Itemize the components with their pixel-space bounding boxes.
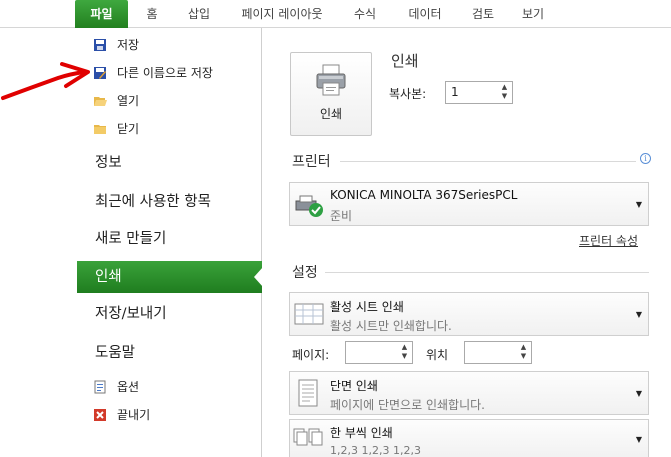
print-title: 인쇄 (391, 52, 419, 70)
options-label: 옵션 (117, 380, 140, 394)
exit-icon (94, 409, 106, 421)
settings-section-title: 설정 (292, 265, 318, 281)
collate-title: 한 부씩 인쇄 (330, 426, 393, 440)
nav-print[interactable]: 인쇄 (77, 261, 262, 293)
nav-new[interactable]: 새로 만들기 (77, 223, 262, 255)
chevron-down-icon: ▼ (635, 389, 642, 398)
chevron-down-icon: ▼ (635, 435, 642, 444)
pages-to-label: 위치 (426, 348, 449, 362)
chevron-down-icon: ▼ (635, 200, 642, 209)
tab-page-layout[interactable]: 페이지 레이아웃 (234, 0, 330, 28)
printer-icon (316, 64, 346, 96)
printer-status: 준비 (330, 209, 353, 223)
nav-recent[interactable]: 최근에 사용한 항목 (77, 186, 262, 218)
print-scope-dropdown[interactable]: 활성 시트 인쇄 활성 시트만 인쇄합니다. ▼ (289, 292, 649, 336)
ribbon-tab-bar: 파일 홈 삽입 페이지 레이아웃 수식 데이터 검토 보기 (0, 0, 671, 28)
nav-help[interactable]: 도움말 (77, 337, 262, 369)
printer-properties-link[interactable]: 프린터 속성 (579, 232, 638, 249)
tab-review[interactable]: 검토 (465, 0, 501, 28)
chevron-down-icon: ▼ (635, 310, 642, 319)
sides-title: 단면 인쇄 (330, 379, 378, 393)
tab-file[interactable]: 파일 (75, 0, 128, 28)
pages-from-stepper[interactable]: ▲ ▼ (345, 341, 413, 364)
sides-dropdown[interactable]: 단면 인쇄 페이지에 단면으로 인쇄합니다. ▼ (289, 371, 649, 415)
save-as-label: 다른 이름으로 저장 (117, 66, 213, 80)
settings-separator (325, 272, 649, 273)
print-button-label: 인쇄 (319, 107, 343, 121)
selection-notch (254, 267, 263, 287)
copies-stepper[interactable]: 1 ▲ ▼ (445, 81, 513, 104)
sides-sub: 페이지에 단면으로 인쇄합니다. (330, 398, 485, 412)
close-folder-icon (94, 125, 106, 134)
tab-insert[interactable]: 삽입 (180, 0, 218, 28)
pages-to-stepper[interactable]: ▲ ▼ (464, 341, 532, 364)
save-icon (94, 39, 106, 51)
tab-view[interactable]: 보기 (515, 0, 551, 28)
collate-dropdown[interactable]: 한 부씩 인쇄 1,2,3 1,2,3 1,2,3 ▼ (289, 419, 649, 457)
print-scope-title: 활성 시트 인쇄 (330, 300, 404, 314)
save-as-icon (94, 67, 106, 79)
active-sheet-icon (294, 303, 324, 325)
printer-ready-icon (295, 195, 323, 217)
printer-separator (340, 161, 636, 162)
collate-sub: 1,2,3 1,2,3 1,2,3 (330, 444, 421, 457)
pages-from-arrows[interactable]: ▲ ▼ (399, 343, 410, 362)
tab-home[interactable]: 홈 (140, 0, 164, 28)
copies-label: 복사본: (389, 87, 427, 101)
save-label: 저장 (117, 38, 140, 52)
printer-section-title: 프린터 (292, 154, 331, 170)
open-folder-icon (94, 97, 107, 106)
copies-stepper-arrows[interactable]: ▲ ▼ (499, 83, 510, 102)
options-icon (94, 380, 106, 394)
print-button[interactable]: 인쇄 (290, 52, 372, 136)
close-label: 닫기 (117, 122, 140, 136)
tab-formulas[interactable]: 수식 (346, 0, 384, 28)
collate-icon (293, 428, 323, 446)
annotation-arrow-icon (1, 62, 90, 100)
exit-label: 끝내기 (117, 408, 151, 422)
one-sided-icon (298, 379, 318, 407)
nav-info[interactable]: 정보 (77, 147, 262, 179)
nav-save-send[interactable]: 저장/보내기 (77, 298, 262, 330)
tab-data[interactable]: 데이터 (400, 0, 450, 28)
printer-name: KONICA MINOLTA 367SeriesPCL (330, 188, 518, 202)
print-scope-sub: 활성 시트만 인쇄합니다. (330, 319, 452, 333)
open-label: 열기 (117, 94, 140, 108)
info-icon[interactable]: i (640, 153, 651, 164)
printer-dropdown[interactable]: KONICA MINOLTA 367SeriesPCL 준비 ▼ (289, 182, 649, 226)
pages-label: 페이지: (292, 348, 330, 362)
copies-value: 1 (451, 85, 459, 99)
pages-to-arrows[interactable]: ▲ ▼ (518, 343, 529, 362)
